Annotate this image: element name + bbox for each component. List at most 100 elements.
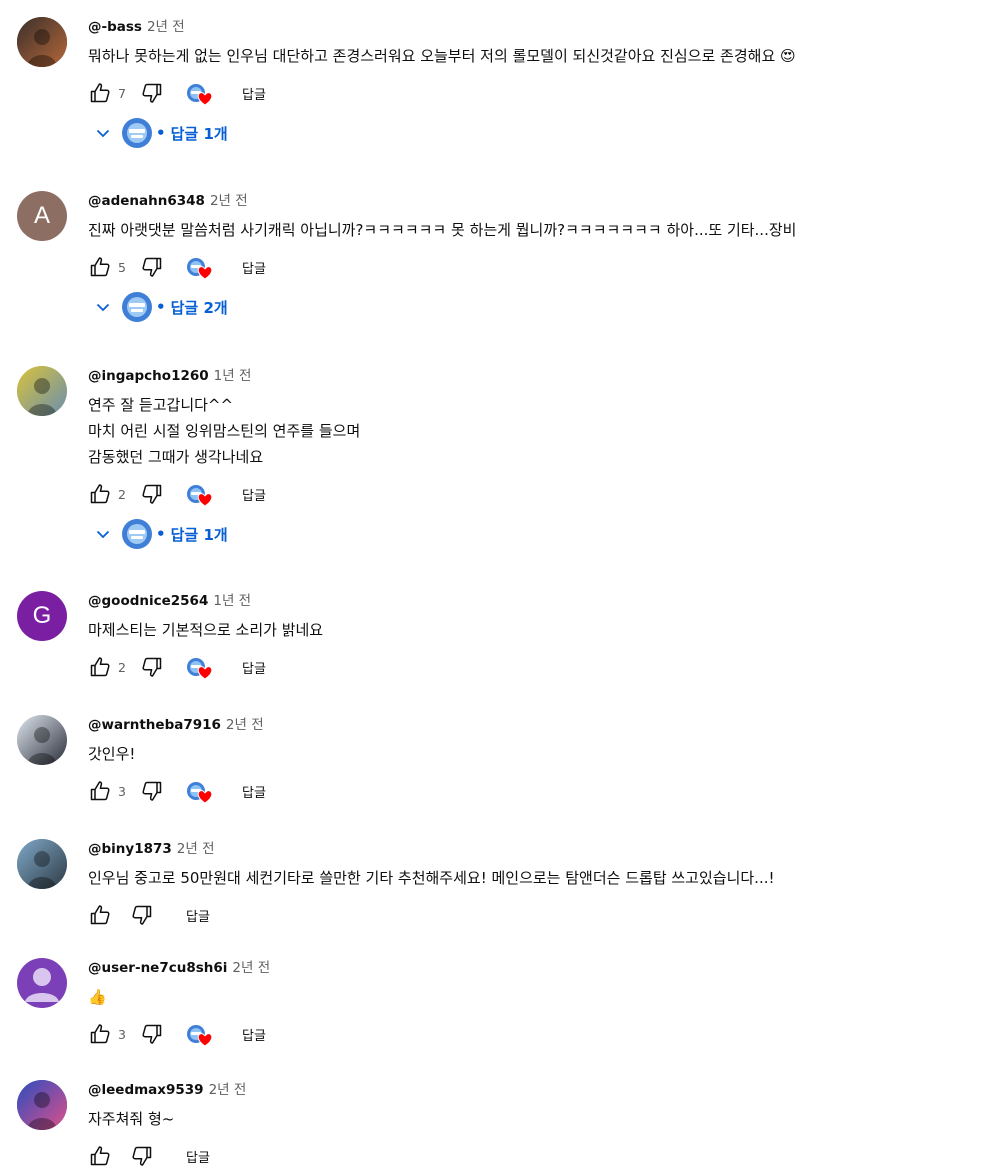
like-button[interactable] xyxy=(88,482,112,506)
author-name[interactable]: @ingapcho1260 xyxy=(88,368,209,384)
separator-dot: • xyxy=(156,124,166,142)
comment-body: @biny1873 2년 전 인우님 중고로 50만원대 세컨기타로 쓸만한 기타… xyxy=(88,839,993,933)
like-button[interactable] xyxy=(88,655,112,679)
dislike-button[interactable] xyxy=(130,903,154,927)
thumbs-down-icon xyxy=(142,484,162,504)
like-button[interactable] xyxy=(88,779,112,803)
thumbs-up-icon xyxy=(90,484,110,504)
avatar[interactable]: A xyxy=(17,191,67,241)
creator-heart-badge xyxy=(186,655,213,680)
dislike-button[interactable] xyxy=(130,1144,154,1168)
reply-button[interactable]: 답글 xyxy=(242,658,266,677)
dislike-button[interactable] xyxy=(140,1022,164,1046)
comment-header: @warntheba7916 2년 전 xyxy=(88,715,993,735)
thumbs-down-icon xyxy=(142,1024,162,1044)
default-user-icon xyxy=(25,968,59,1002)
dislike-button[interactable] xyxy=(140,255,164,279)
avatar[interactable] xyxy=(17,958,67,1008)
comment-actions: 3 답글 xyxy=(88,773,993,809)
comment-header: @user-ne7cu8sh6i 2년 전 xyxy=(88,958,993,978)
view-replies-button[interactable]: • 답글 2개 xyxy=(92,289,228,325)
chevron-down-icon xyxy=(92,296,114,318)
like-button[interactable] xyxy=(88,903,112,927)
reply-button[interactable]: 답글 xyxy=(186,1147,210,1166)
comment-text: 마제스티는 기본적으로 소리가 밝네요 xyxy=(88,621,324,639)
reply-button[interactable]: 답글 xyxy=(242,782,266,801)
like-count: 5 xyxy=(118,259,126,275)
comment-time[interactable]: 2년 전 xyxy=(210,193,248,209)
heart-icon xyxy=(197,1033,213,1047)
thumbs-up-icon xyxy=(90,257,110,277)
replies-count: 2개 xyxy=(203,298,228,317)
comment-body: @goodnice2564 1년 전 마제스티는 기본적으로 소리가 밝네요 2 xyxy=(88,591,993,685)
thumbs-down-icon xyxy=(142,781,162,801)
thumbs-up-icon xyxy=(90,1024,110,1044)
avatar[interactable] xyxy=(17,715,67,765)
comment-header: @goodnice2564 1년 전 xyxy=(88,591,993,611)
comment-time[interactable]: 2년 전 xyxy=(232,960,270,976)
comment-header: @adenahn6348 2년 전 xyxy=(88,191,993,211)
replies-label: 답글 xyxy=(170,298,199,317)
dislike-button[interactable] xyxy=(140,81,164,105)
view-replies-button[interactable]: • 답글 1개 xyxy=(92,115,228,151)
reply-button[interactable]: 답글 xyxy=(242,485,266,504)
comment-time[interactable]: 2년 전 xyxy=(226,717,264,733)
like-button[interactable] xyxy=(88,1022,112,1046)
like-button[interactable] xyxy=(88,1144,112,1168)
view-replies-button[interactable]: • 답글 1개 xyxy=(92,516,228,552)
comment-body: @-bass 2년 전 뭐하나 못하는게 없는 인우님 대단하고 존경스러워요 오… xyxy=(88,17,993,151)
profile-photo xyxy=(17,366,67,416)
comment-time[interactable]: 2년 전 xyxy=(147,19,185,35)
creator-heart-badge xyxy=(186,255,213,280)
thumbs-up-icon xyxy=(90,781,110,801)
avatar[interactable] xyxy=(17,1080,67,1130)
comment-actions: 2 답글 xyxy=(88,649,993,685)
comment-time[interactable]: 2년 전 xyxy=(177,841,215,857)
reply-button[interactable]: 답글 xyxy=(242,84,266,103)
like-count: 3 xyxy=(118,1026,126,1042)
avatar[interactable] xyxy=(17,839,67,889)
thumbs-up-icon xyxy=(90,905,110,925)
comment-header: @-bass 2년 전 xyxy=(88,17,993,37)
creator-avatar-icon xyxy=(122,292,152,322)
avatar[interactable] xyxy=(17,366,67,416)
thumbs-down-icon xyxy=(132,1146,152,1166)
comment-text: 연주 잘 듣고갑니다^^ 마치 어린 시절 잉위맘스틴의 연주를 들으며 감동했… xyxy=(88,396,361,466)
profile-photo xyxy=(17,715,67,765)
like-count: 7 xyxy=(118,85,126,101)
like-button[interactable] xyxy=(88,255,112,279)
avatar-initial: G xyxy=(32,602,52,629)
author-name[interactable]: @warntheba7916 xyxy=(88,717,221,733)
avatar[interactable]: G xyxy=(17,591,67,641)
comment-body: @warntheba7916 2년 전 갓인우! 3 답글 xyxy=(88,715,993,809)
heart-icon xyxy=(197,493,213,507)
dislike-button[interactable] xyxy=(140,655,164,679)
comment-time[interactable]: 2년 전 xyxy=(209,1082,247,1098)
author-name[interactable]: @-bass xyxy=(88,19,142,35)
comment-header: @leedmax9539 2년 전 xyxy=(88,1080,993,1100)
author-name[interactable]: @adenahn6348 xyxy=(88,193,205,209)
avatar[interactable] xyxy=(17,17,67,67)
reply-button[interactable]: 답글 xyxy=(242,258,266,277)
dislike-button[interactable] xyxy=(140,482,164,506)
comment-time[interactable]: 1년 전 xyxy=(213,593,251,609)
avatar-initial: A xyxy=(33,202,50,229)
comment-body: @user-ne7cu8sh6i 2년 전 👍 3 답글 xyxy=(88,958,993,1052)
like-button[interactable] xyxy=(88,81,112,105)
author-name[interactable]: @biny1873 xyxy=(88,841,172,857)
reply-button[interactable]: 답글 xyxy=(186,906,210,925)
author-name[interactable]: @user-ne7cu8sh6i xyxy=(88,960,227,976)
thumbs-up-icon xyxy=(90,83,110,103)
author-name[interactable]: @leedmax9539 xyxy=(88,1082,204,1098)
comment-actions: 3 답글 xyxy=(88,1016,993,1052)
replies-label: 답글 xyxy=(170,124,199,143)
profile-photo xyxy=(17,839,67,889)
thumbs-down-icon xyxy=(132,905,152,925)
separator-dot: • xyxy=(156,298,166,316)
reply-button[interactable]: 답글 xyxy=(242,1025,266,1044)
thumbs-down-icon xyxy=(142,83,162,103)
comment-time[interactable]: 1년 전 xyxy=(214,368,252,384)
dislike-button[interactable] xyxy=(140,779,164,803)
like-count: 3 xyxy=(118,783,126,799)
author-name[interactable]: @goodnice2564 xyxy=(88,593,208,609)
